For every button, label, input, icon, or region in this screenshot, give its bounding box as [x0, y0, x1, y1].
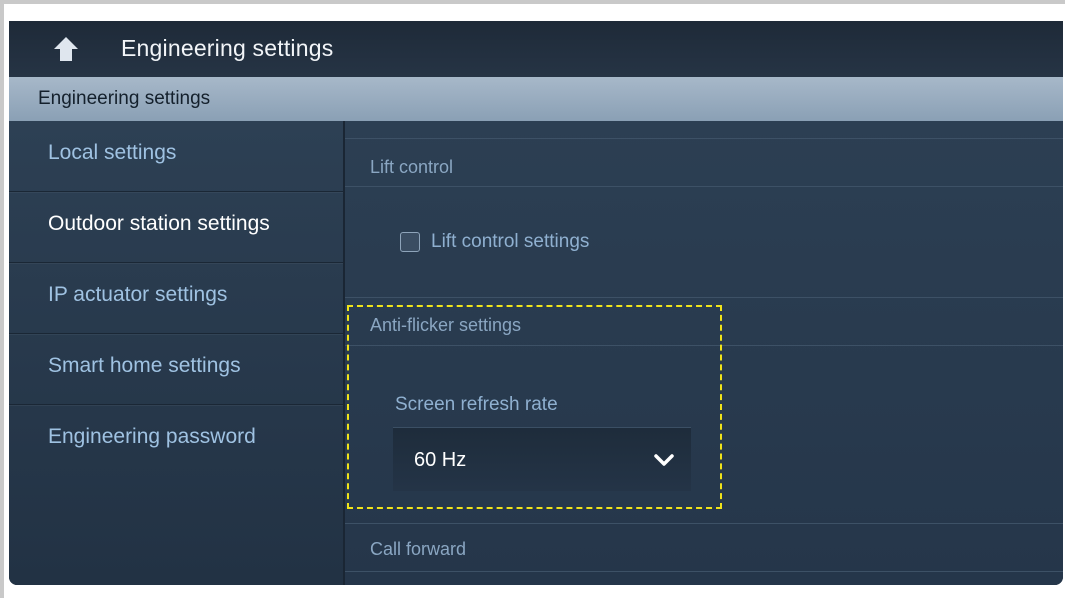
- sidebar-item-engineering-password[interactable]: Engineering password: [9, 405, 343, 475]
- sidebar-item-local-settings[interactable]: Local settings: [9, 121, 343, 192]
- call-forward-header[interactable]: Call forward: [370, 539, 466, 560]
- sidebar: Local settings Outdoor station settings …: [9, 121, 343, 585]
- frame-left-border: [0, 0, 4, 598]
- dropdown-selected-value: 60 Hz: [414, 449, 467, 471]
- chevron-down-icon: [654, 454, 674, 466]
- divider: [345, 186, 1063, 187]
- device-screen: Engineering settings Engineering setting…: [9, 21, 1063, 585]
- frame-top-border: [0, 0, 1065, 4]
- divider: [345, 138, 1063, 139]
- sidebar-item-label: Smart home settings: [48, 354, 241, 377]
- page-title: Engineering settings: [121, 35, 334, 61]
- sidebar-item-label: Local settings: [48, 141, 177, 164]
- lift-control-header: Lift control: [370, 157, 454, 177]
- section-bar: Engineering settings: [9, 77, 1063, 121]
- divider: [345, 297, 1063, 298]
- sidebar-item-ip-actuator-settings[interactable]: IP actuator settings: [9, 263, 343, 334]
- sidebar-item-outdoor-station-settings[interactable]: Outdoor station settings: [9, 192, 343, 263]
- lift-control-checkbox[interactable]: [400, 232, 420, 252]
- lift-control-checkbox-label[interactable]: Lift control settings: [431, 231, 589, 253]
- sidebar-item-label: Outdoor station settings: [48, 212, 270, 235]
- sidebar-item-label: Engineering password: [48, 425, 256, 448]
- divider: [345, 345, 1063, 346]
- section-bar-label: Engineering settings: [38, 88, 211, 109]
- anti-flicker-header: Anti-flicker settings: [370, 315, 522, 335]
- content-panel: Lift control Lift control settings Anti-…: [343, 121, 1063, 585]
- screen-refresh-rate-dropdown[interactable]: 60 Hz: [393, 427, 691, 491]
- divider: [345, 523, 1063, 524]
- title-bar: Engineering settings: [9, 21, 1063, 77]
- screen-refresh-rate-label: Screen refresh rate: [395, 394, 558, 415]
- sidebar-item-label: IP actuator settings: [48, 283, 228, 306]
- back-arrow-icon[interactable]: [53, 36, 79, 62]
- divider: [345, 571, 1063, 572]
- sidebar-item-smart-home-settings[interactable]: Smart home settings: [9, 334, 343, 405]
